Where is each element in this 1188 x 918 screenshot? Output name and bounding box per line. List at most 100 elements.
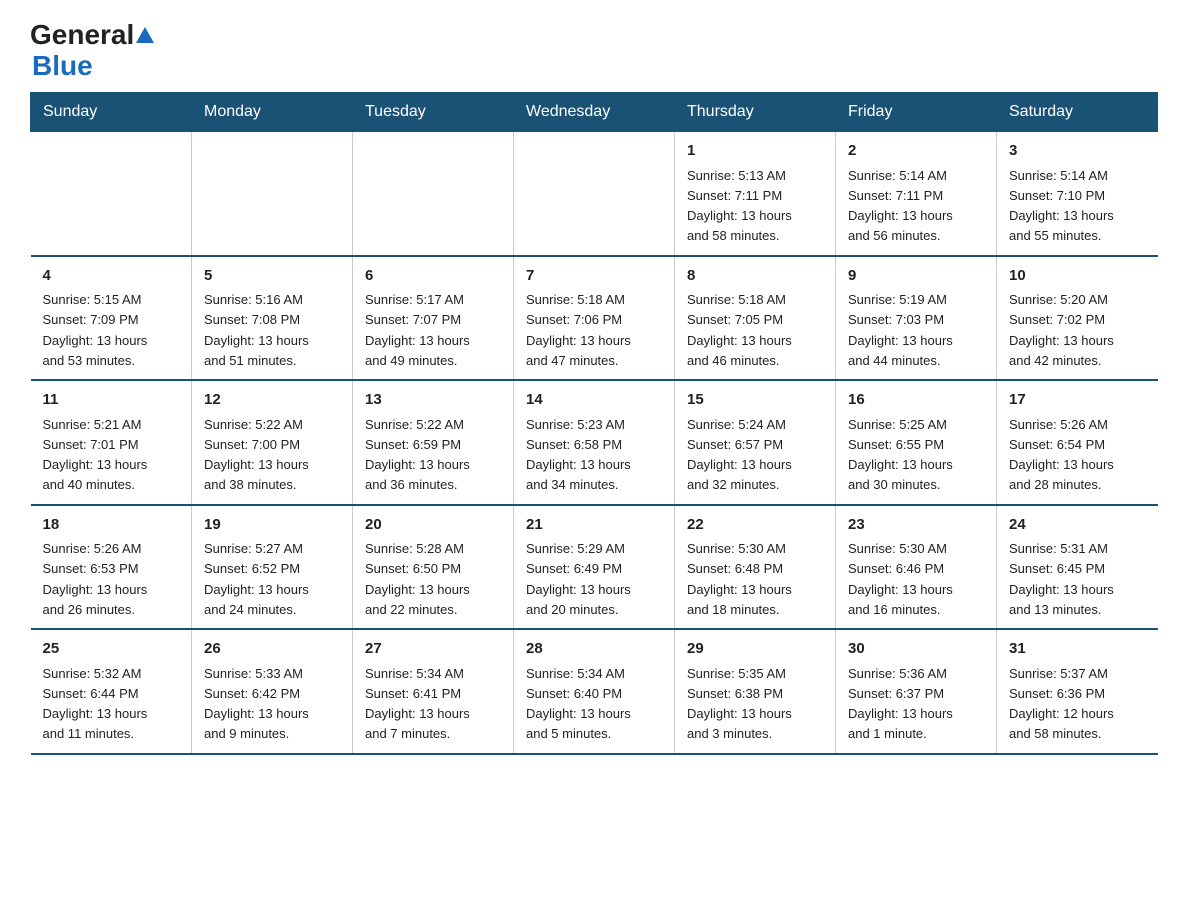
- day-number: 24: [1009, 514, 1146, 537]
- day-number: 2: [848, 140, 984, 163]
- calendar-table: SundayMondayTuesdayWednesdayThursdayFrid…: [30, 92, 1158, 755]
- day-info: Sunrise: 5:13 AM Sunset: 7:11 PM Dayligh…: [687, 168, 792, 244]
- calendar-day-cell: 11 Sunrise: 5:21 AM Sunset: 7:01 PM Dayli…: [31, 380, 192, 505]
- calendar-day-cell: 14 Sunrise: 5:23 AM Sunset: 6:58 PM Dayli…: [514, 380, 675, 505]
- day-number: 3: [1009, 140, 1146, 163]
- logo-text: General: [30, 20, 154, 52]
- logo-blue-text: Blue: [32, 50, 93, 82]
- calendar-day-cell: [353, 132, 514, 256]
- calendar-day-cell: 22 Sunrise: 5:30 AM Sunset: 6:48 PM Dayli…: [675, 505, 836, 630]
- calendar-day-cell: 3 Sunrise: 5:14 AM Sunset: 7:10 PM Daylig…: [997, 132, 1158, 256]
- day-info: Sunrise: 5:30 AM Sunset: 6:46 PM Dayligh…: [848, 541, 953, 617]
- day-info: Sunrise: 5:26 AM Sunset: 6:54 PM Dayligh…: [1009, 417, 1114, 493]
- calendar-day-header: Tuesday: [353, 93, 514, 132]
- day-number: 20: [365, 514, 501, 537]
- calendar-day-cell: [192, 132, 353, 256]
- day-info: Sunrise: 5:22 AM Sunset: 6:59 PM Dayligh…: [365, 417, 470, 493]
- day-info: Sunrise: 5:36 AM Sunset: 6:37 PM Dayligh…: [848, 666, 953, 742]
- calendar-day-cell: 8Sunrise: 5:18 AM Sunset: 7:05 PM Daylig…: [675, 256, 836, 381]
- day-info: Sunrise: 5:34 AM Sunset: 6:41 PM Dayligh…: [365, 666, 470, 742]
- day-info: Sunrise: 5:19 AM Sunset: 7:03 PM Dayligh…: [848, 292, 953, 368]
- logo: General Blue: [30, 20, 154, 82]
- calendar-day-cell: 29 Sunrise: 5:35 AM Sunset: 6:38 PM Dayli…: [675, 629, 836, 754]
- calendar-day-cell: 9 Sunrise: 5:19 AM Sunset: 7:03 PM Daylig…: [836, 256, 997, 381]
- calendar-day-cell: 12Sunrise: 5:22 AM Sunset: 7:00 PM Dayli…: [192, 380, 353, 505]
- day-number: 21: [526, 514, 662, 537]
- day-info: Sunrise: 5:26 AM Sunset: 6:53 PM Dayligh…: [43, 541, 148, 617]
- calendar-day-cell: 10Sunrise: 5:20 AM Sunset: 7:02 PM Dayli…: [997, 256, 1158, 381]
- day-info: Sunrise: 5:28 AM Sunset: 6:50 PM Dayligh…: [365, 541, 470, 617]
- calendar-day-cell: 4 Sunrise: 5:15 AM Sunset: 7:09 PM Daylig…: [31, 256, 192, 381]
- day-info: Sunrise: 5:18 AM Sunset: 7:05 PM Dayligh…: [687, 292, 792, 368]
- day-number: 27: [365, 638, 501, 661]
- day-info: Sunrise: 5:35 AM Sunset: 6:38 PM Dayligh…: [687, 666, 792, 742]
- calendar-day-cell: 21Sunrise: 5:29 AM Sunset: 6:49 PM Dayli…: [514, 505, 675, 630]
- calendar-day-header: Saturday: [997, 93, 1158, 132]
- day-info: Sunrise: 5:32 AM Sunset: 6:44 PM Dayligh…: [43, 666, 148, 742]
- day-info: Sunrise: 5:34 AM Sunset: 6:40 PM Dayligh…: [526, 666, 631, 742]
- calendar-day-cell: 6 Sunrise: 5:17 AM Sunset: 7:07 PM Daylig…: [353, 256, 514, 381]
- day-number: 18: [43, 514, 180, 537]
- calendar-day-header: Wednesday: [514, 93, 675, 132]
- calendar-day-cell: [31, 132, 192, 256]
- day-number: 25: [43, 638, 180, 661]
- day-number: 7: [526, 265, 662, 288]
- calendar-day-cell: 25 Sunrise: 5:32 AM Sunset: 6:44 PM Dayli…: [31, 629, 192, 754]
- day-number: 17: [1009, 389, 1146, 412]
- calendar-week-row: 1 Sunrise: 5:13 AM Sunset: 7:11 PM Daylig…: [31, 132, 1158, 256]
- day-number: 28: [526, 638, 662, 661]
- calendar-day-header: Sunday: [31, 93, 192, 132]
- day-number: 30: [848, 638, 984, 661]
- calendar-day-cell: 26 Sunrise: 5:33 AM Sunset: 6:42 PM Dayli…: [192, 629, 353, 754]
- calendar-day-cell: 1 Sunrise: 5:13 AM Sunset: 7:11 PM Daylig…: [675, 132, 836, 256]
- day-number: 16: [848, 389, 984, 412]
- day-number: 14: [526, 389, 662, 412]
- day-info: Sunrise: 5:21 AM Sunset: 7:01 PM Dayligh…: [43, 417, 148, 493]
- calendar-week-row: 11 Sunrise: 5:21 AM Sunset: 7:01 PM Dayli…: [31, 380, 1158, 505]
- calendar-header: SundayMondayTuesdayWednesdayThursdayFrid…: [31, 93, 1158, 132]
- day-number: 9: [848, 265, 984, 288]
- day-info: Sunrise: 5:25 AM Sunset: 6:55 PM Dayligh…: [848, 417, 953, 493]
- day-number: 23: [848, 514, 984, 537]
- calendar-day-cell: 2 Sunrise: 5:14 AM Sunset: 7:11 PM Daylig…: [836, 132, 997, 256]
- day-info: Sunrise: 5:23 AM Sunset: 6:58 PM Dayligh…: [526, 417, 631, 493]
- calendar-day-cell: 15 Sunrise: 5:24 AM Sunset: 6:57 PM Dayli…: [675, 380, 836, 505]
- day-number: 10: [1009, 265, 1146, 288]
- day-info: Sunrise: 5:17 AM Sunset: 7:07 PM Dayligh…: [365, 292, 470, 368]
- calendar-day-cell: 31Sunrise: 5:37 AM Sunset: 6:36 PM Dayli…: [997, 629, 1158, 754]
- calendar-day-cell: 7Sunrise: 5:18 AM Sunset: 7:06 PM Daylig…: [514, 256, 675, 381]
- day-number: 4: [43, 265, 180, 288]
- calendar-day-cell: 30 Sunrise: 5:36 AM Sunset: 6:37 PM Dayli…: [836, 629, 997, 754]
- day-info: Sunrise: 5:14 AM Sunset: 7:11 PM Dayligh…: [848, 168, 953, 244]
- day-info: Sunrise: 5:37 AM Sunset: 6:36 PM Dayligh…: [1009, 666, 1114, 742]
- day-number: 13: [365, 389, 501, 412]
- calendar-day-header: Friday: [836, 93, 997, 132]
- calendar-day-cell: 18 Sunrise: 5:26 AM Sunset: 6:53 PM Dayli…: [31, 505, 192, 630]
- page-header: General Blue: [30, 20, 1158, 82]
- day-info: Sunrise: 5:30 AM Sunset: 6:48 PM Dayligh…: [687, 541, 792, 617]
- day-info: Sunrise: 5:22 AM Sunset: 7:00 PM Dayligh…: [204, 417, 309, 493]
- calendar-day-cell: 20 Sunrise: 5:28 AM Sunset: 6:50 PM Dayli…: [353, 505, 514, 630]
- day-info: Sunrise: 5:15 AM Sunset: 7:09 PM Dayligh…: [43, 292, 148, 368]
- day-number: 15: [687, 389, 823, 412]
- calendar-day-header: Monday: [192, 93, 353, 132]
- calendar-day-cell: 16 Sunrise: 5:25 AM Sunset: 6:55 PM Dayli…: [836, 380, 997, 505]
- calendar-day-cell: 17 Sunrise: 5:26 AM Sunset: 6:54 PM Dayli…: [997, 380, 1158, 505]
- day-number: 29: [687, 638, 823, 661]
- calendar-day-header: Thursday: [675, 93, 836, 132]
- day-info: Sunrise: 5:16 AM Sunset: 7:08 PM Dayligh…: [204, 292, 309, 368]
- day-info: Sunrise: 5:31 AM Sunset: 6:45 PM Dayligh…: [1009, 541, 1114, 617]
- day-number: 22: [687, 514, 823, 537]
- day-info: Sunrise: 5:14 AM Sunset: 7:10 PM Dayligh…: [1009, 168, 1114, 244]
- calendar-day-cell: 19Sunrise: 5:27 AM Sunset: 6:52 PM Dayli…: [192, 505, 353, 630]
- day-number: 5: [204, 265, 340, 288]
- day-number: 11: [43, 389, 180, 412]
- day-number: 6: [365, 265, 501, 288]
- calendar-day-cell: 13 Sunrise: 5:22 AM Sunset: 6:59 PM Dayli…: [353, 380, 514, 505]
- calendar-header-row: SundayMondayTuesdayWednesdayThursdayFrid…: [31, 93, 1158, 132]
- day-number: 1: [687, 140, 823, 163]
- calendar-day-cell: 27 Sunrise: 5:34 AM Sunset: 6:41 PM Dayli…: [353, 629, 514, 754]
- day-number: 26: [204, 638, 340, 661]
- day-info: Sunrise: 5:33 AM Sunset: 6:42 PM Dayligh…: [204, 666, 309, 742]
- day-info: Sunrise: 5:24 AM Sunset: 6:57 PM Dayligh…: [687, 417, 792, 493]
